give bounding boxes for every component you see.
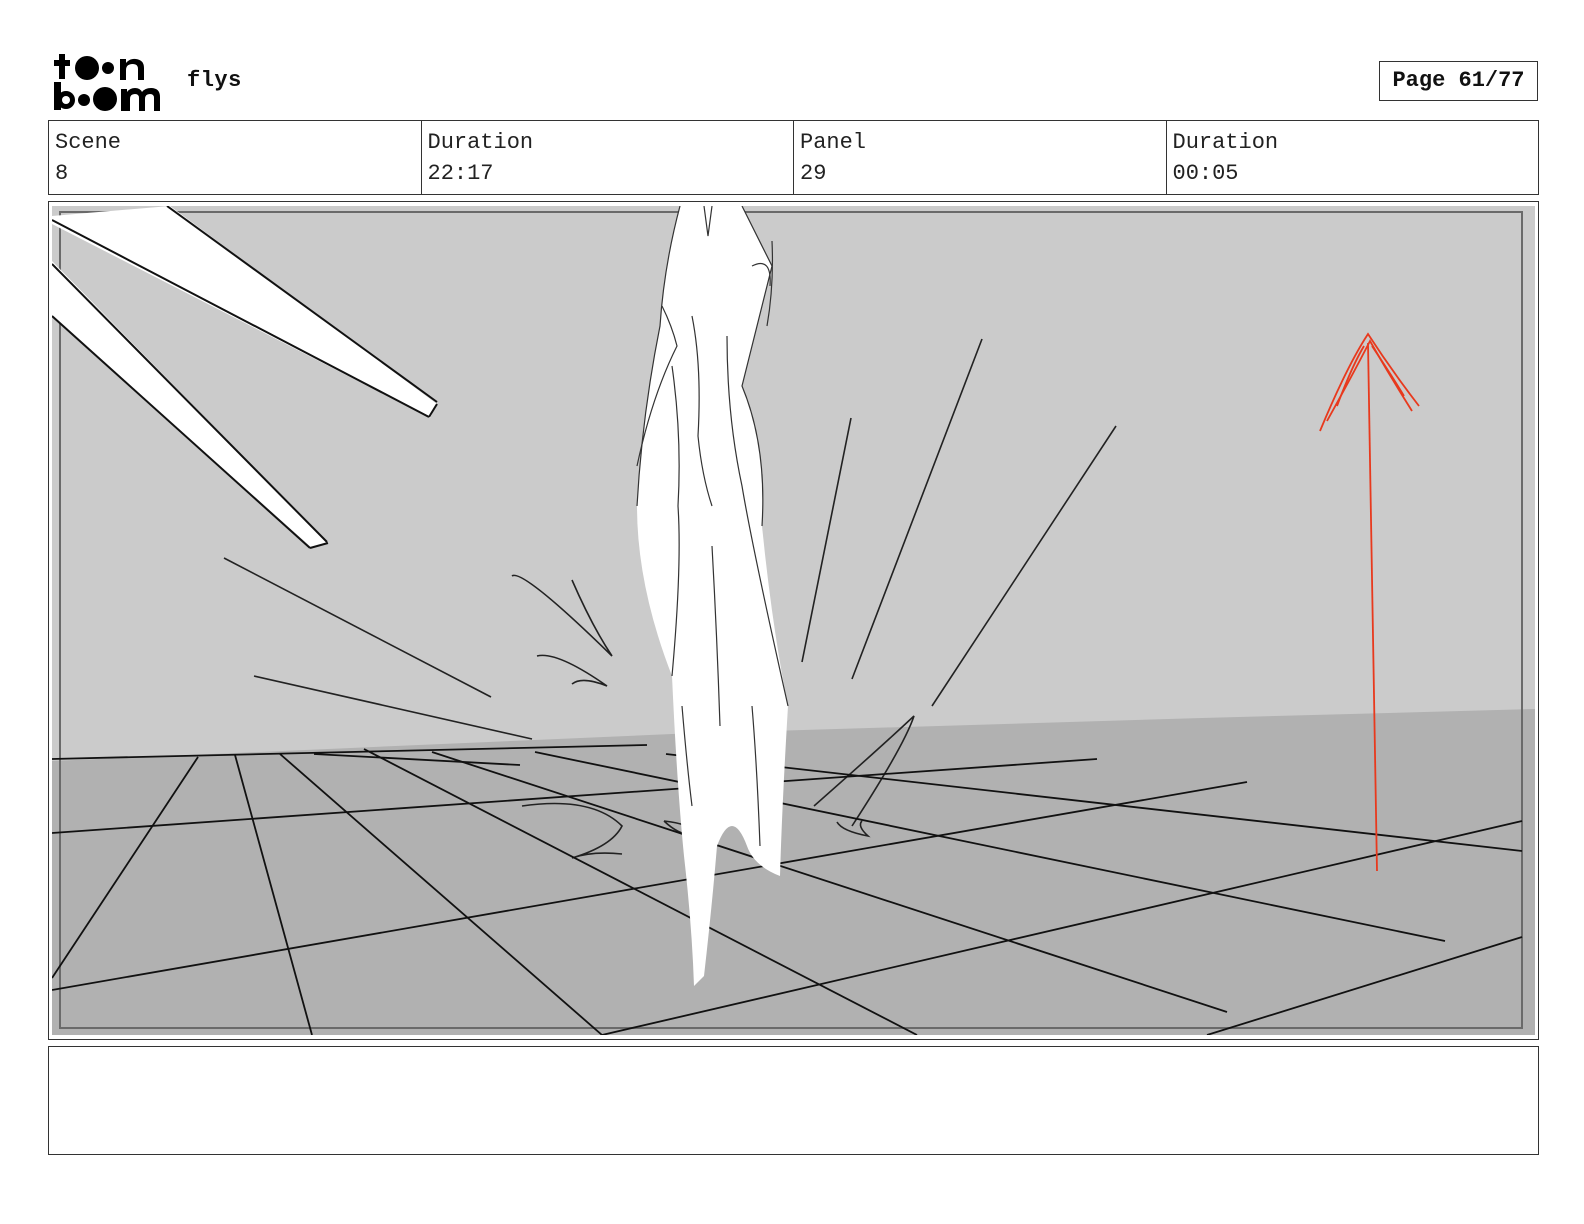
scene-value: 8	[55, 161, 69, 186]
panel-duration-label: Duration	[1172, 130, 1279, 155]
panel-cell: Panel 29	[794, 121, 1167, 194]
scene-info-table: Scene 8 Duration 22:17 Panel 29 Duration…	[48, 120, 1539, 195]
ground-area	[52, 709, 1535, 1035]
storyboard-panel	[48, 201, 1539, 1040]
scene-duration-label: Duration	[427, 130, 534, 155]
scene-cell: Scene 8	[49, 121, 422, 194]
toonboom-logo	[54, 54, 160, 111]
scene-label: Scene	[55, 130, 122, 155]
panel-notes-box	[48, 1046, 1539, 1155]
panel-value: 29	[800, 161, 827, 186]
scene-duration-value: 22:17	[427, 161, 494, 186]
scene-duration-cell: Duration 22:17	[422, 121, 794, 194]
project-title: flys	[187, 68, 242, 93]
panel-duration-cell: Duration 00:05	[1167, 121, 1539, 194]
panel-label: Panel	[800, 130, 867, 155]
page-counter: Page 61/77	[1379, 61, 1538, 101]
panel-duration-value: 00:05	[1172, 161, 1239, 186]
panel-drawing	[52, 206, 1535, 1035]
